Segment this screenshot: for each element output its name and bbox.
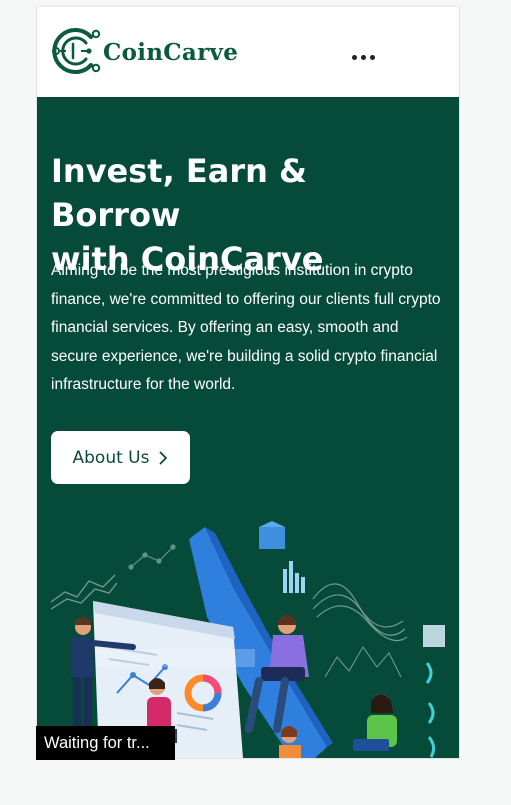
chevron-right-icon bbox=[160, 451, 168, 464]
menu-dot-icon bbox=[351, 54, 357, 60]
coincarve-logo-icon bbox=[52, 28, 101, 74]
crypto-team-illustration bbox=[50, 521, 445, 758]
site-header: CoinCarve bbox=[37, 7, 459, 97]
hero-section: Invest, Earn & Borrow with CoinCarve Aim… bbox=[37, 97, 459, 758]
bg-wave-chart-right bbox=[312, 583, 408, 642]
about-us-button[interactable]: About Us bbox=[51, 431, 190, 484]
bg-bars bbox=[283, 561, 305, 593]
bg-node-graph bbox=[128, 544, 176, 570]
right-decor bbox=[425, 662, 436, 758]
menu-dot-icon bbox=[369, 54, 375, 60]
loading-status-toast: Waiting for tr... bbox=[36, 726, 175, 760]
hero-description: Aiming to be the most prestigious instit… bbox=[51, 262, 441, 393]
page-frame: CoinCarve Invest, Earn & Borrow with Coi… bbox=[37, 7, 459, 758]
more-menu-button[interactable] bbox=[343, 43, 383, 71]
about-us-label: About Us bbox=[72, 447, 150, 468]
brand-logo[interactable]: CoinCarve bbox=[51, 22, 251, 80]
bg-mountain-chart bbox=[324, 645, 402, 678]
brand-name: CoinCarve bbox=[103, 39, 239, 66]
laptop-person-green bbox=[353, 694, 397, 751]
menu-dot-icon bbox=[360, 54, 366, 60]
hero-title-line-1: Invest, Earn & Borrow bbox=[51, 152, 307, 234]
